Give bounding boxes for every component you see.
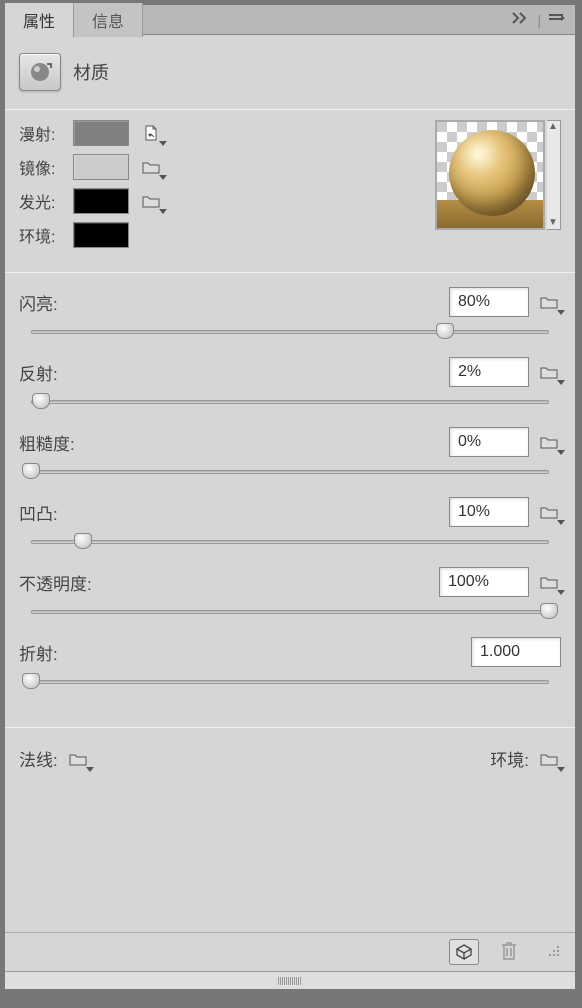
collapse-icon[interactable] xyxy=(511,11,531,28)
menu-icon[interactable] xyxy=(547,11,567,28)
horizontal-scrollbar[interactable] xyxy=(5,971,575,989)
reflection-slider[interactable] xyxy=(19,395,561,409)
refraction-label: 折射: xyxy=(19,640,463,665)
folder-icon xyxy=(540,365,558,379)
shine-label: 闪亮: xyxy=(19,290,441,315)
bump-label: 凹凸: xyxy=(19,500,441,525)
trash-icon xyxy=(499,940,519,962)
shine-texture-button[interactable] xyxy=(537,291,561,313)
roughness-texture-button[interactable] xyxy=(537,431,561,453)
environment-swatch[interactable] xyxy=(73,222,129,248)
diffuse-label: 漫射: xyxy=(19,121,63,145)
normals-texture-button[interactable] xyxy=(66,748,90,770)
refraction-input[interactable] xyxy=(471,637,561,667)
shine-input[interactable] xyxy=(449,287,529,317)
folder-icon xyxy=(540,505,558,519)
page-icon xyxy=(142,124,160,142)
roughness-input[interactable] xyxy=(449,427,529,457)
diffuse-swatch[interactable] xyxy=(73,120,129,146)
folder-icon xyxy=(69,752,87,766)
reflection-texture-button[interactable] xyxy=(537,361,561,383)
opacity-input[interactable] xyxy=(439,567,529,597)
properties-panel: 属性 信息 | 材质 漫射: xyxy=(4,4,576,990)
panel-title: 材质 xyxy=(73,59,109,85)
material-preview[interactable] xyxy=(435,120,545,230)
reflection-label: 反射: xyxy=(19,360,441,385)
folder-icon xyxy=(540,752,558,766)
scroll-up-icon[interactable]: ▲ xyxy=(548,121,558,133)
bump-texture-button[interactable] xyxy=(537,501,561,523)
resize-grip[interactable] xyxy=(547,944,561,961)
emission-texture-button[interactable] xyxy=(139,190,163,212)
folder-icon xyxy=(540,435,558,449)
delete-button[interactable] xyxy=(499,940,519,965)
opacity-texture-button[interactable] xyxy=(537,571,561,593)
emission-label: 发光: xyxy=(19,189,63,213)
folder-icon xyxy=(540,295,558,309)
diffuse-texture-button[interactable] xyxy=(139,122,163,144)
opacity-slider[interactable] xyxy=(19,605,561,619)
material-icon xyxy=(27,60,53,84)
folder-icon xyxy=(540,575,558,589)
environment-texture-button[interactable] xyxy=(537,748,561,770)
preview-scrollbar[interactable]: ▲ ▼ xyxy=(545,120,561,230)
normals-label: 法线: xyxy=(19,746,58,771)
environment-swatch-label: 环境: xyxy=(19,223,63,247)
tab-properties[interactable]: 属性 xyxy=(5,3,74,38)
reflection-input[interactable] xyxy=(449,357,529,387)
roughness-label: 粗糙度: xyxy=(19,430,441,455)
scroll-down-icon[interactable]: ▼ xyxy=(548,217,558,229)
refraction-slider[interactable] xyxy=(19,675,561,689)
opacity-label: 不透明度: xyxy=(19,570,431,595)
mirror-label: 镜像: xyxy=(19,155,63,179)
shine-slider[interactable] xyxy=(19,325,561,339)
material-type-button[interactable] xyxy=(19,53,61,91)
environment-label: 环境: xyxy=(490,746,529,771)
bump-slider[interactable] xyxy=(19,535,561,549)
tab-info[interactable]: 信息 xyxy=(74,3,143,37)
cube-icon xyxy=(455,944,473,960)
resize-icon xyxy=(547,944,561,958)
folder-icon xyxy=(142,160,160,174)
folder-icon xyxy=(142,194,160,208)
mirror-texture-button[interactable] xyxy=(139,156,163,178)
mirror-swatch[interactable] xyxy=(73,154,129,180)
new-material-button[interactable] xyxy=(449,939,479,965)
bump-input[interactable] xyxy=(449,497,529,527)
emission-swatch[interactable] xyxy=(73,188,129,214)
tab-bar: 属性 信息 | xyxy=(5,5,575,35)
roughness-slider[interactable] xyxy=(19,465,561,479)
